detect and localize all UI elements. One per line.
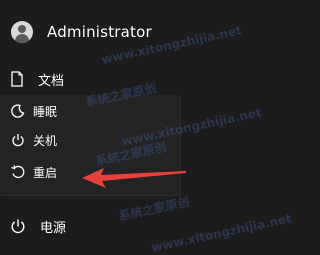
user-account-button[interactable]: Administrator	[11, 14, 251, 50]
user-avatar-icon	[11, 21, 33, 43]
watermark-url: www.xitongzhijia.net	[150, 211, 293, 255]
power-icon	[8, 130, 28, 150]
power-icon	[11, 219, 25, 234]
user-name: Administrator	[47, 23, 152, 41]
moon-icon	[8, 101, 28, 121]
sleep-menu-item[interactable]: 睡眠	[0, 96, 180, 126]
power-menu-item[interactable]: 电源	[10, 211, 66, 241]
documents-label: 文档	[38, 73, 65, 89]
red-arrow-annotation	[82, 168, 186, 188]
document-icon	[11, 71, 23, 87]
documents-menu-item[interactable]: 文档	[10, 64, 64, 94]
watermark-text: 系统之家原创	[117, 194, 191, 224]
restart-label: 重启	[33, 165, 58, 180]
restart-icon	[8, 162, 28, 182]
shutdown-menu-item[interactable]: 关机	[0, 125, 180, 155]
power-label: 电源	[40, 220, 67, 236]
shutdown-label: 关机	[33, 133, 58, 148]
sleep-label: 睡眠	[33, 104, 58, 119]
